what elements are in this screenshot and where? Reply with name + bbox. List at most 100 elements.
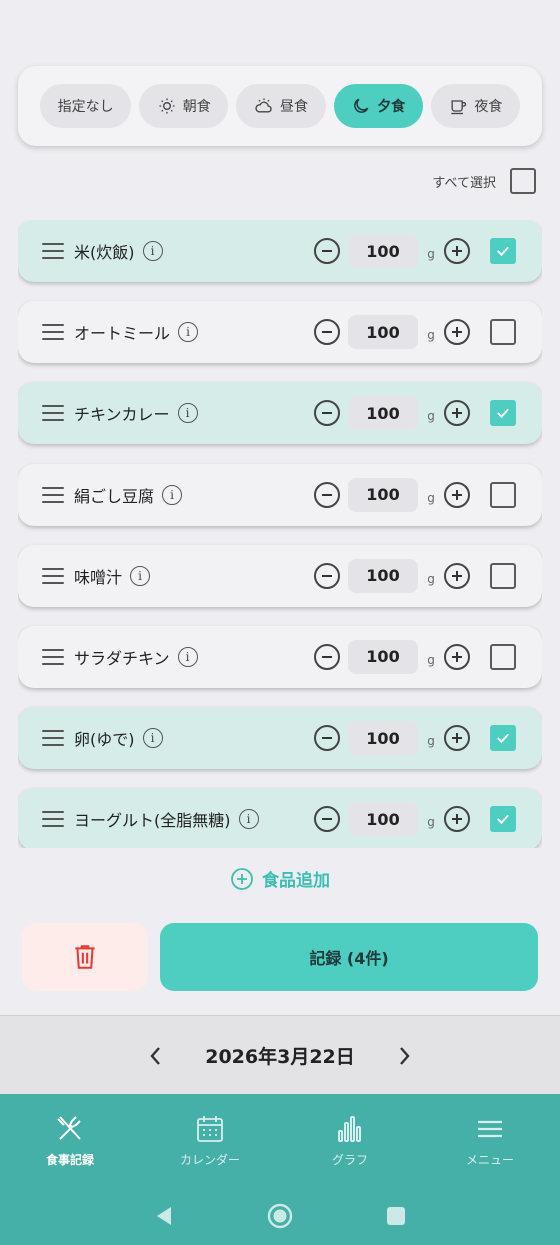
chevron-right-icon[interactable] (395, 1045, 413, 1067)
select-all-checkbox[interactable] (510, 168, 536, 194)
date-navigation: 2026年3月22日 (0, 1015, 560, 1095)
decrease-button[interactable] (314, 562, 340, 589)
tab-meal-record[interactable]: 食事記録 (0, 1094, 140, 1186)
increase-button[interactable] (444, 806, 470, 833)
decrease-button[interactable] (314, 238, 340, 264)
food-checkbox[interactable] (490, 400, 516, 427)
info-icon[interactable]: i (142, 241, 163, 261)
drag-handle-icon[interactable] (42, 405, 64, 422)
decrease-button[interactable] (314, 643, 340, 670)
food-name: サラダチキン (74, 648, 170, 668)
food-row[interactable]: 味噌汁 i 100 g (18, 544, 542, 607)
food-row[interactable]: サラダチキン i 100 g (18, 625, 542, 688)
drag-handle-icon[interactable] (42, 730, 64, 747)
info-icon[interactable]: i (142, 728, 163, 749)
tab-label: カレンダー (179, 1152, 240, 1167)
record-button[interactable]: 記録 (4件) (160, 923, 538, 991)
tab-graph[interactable]: グラフ (280, 1094, 420, 1186)
add-food-label: 食品追加 (262, 871, 330, 891)
quantity-input[interactable]: 100 (348, 639, 418, 674)
drag-handle-icon[interactable] (42, 567, 64, 584)
unit-label: g (427, 328, 435, 343)
info-icon[interactable]: i (162, 484, 183, 505)
cup-icon (451, 100, 467, 115)
meal-tab-breakfast[interactable]: 朝食 (139, 84, 229, 128)
info-icon[interactable]: i (177, 403, 198, 424)
tab-menu[interactable]: メニュー (420, 1094, 560, 1186)
decrease-button[interactable] (314, 400, 340, 427)
info-icon[interactable]: i (130, 565, 151, 586)
food-row[interactable]: 絹ごし豆腐 i 100 g (18, 463, 542, 526)
record-label: 記録 (4件) (309, 949, 389, 968)
quantity-input[interactable]: 100 (348, 315, 418, 350)
back-icon[interactable] (151, 1203, 177, 1229)
quantity-input[interactable]: 100 (348, 802, 418, 837)
increase-button[interactable] (444, 238, 470, 264)
food-name: ヨーグルト(全脂無糖) (74, 811, 231, 831)
meal-tab-dinner[interactable]: 夕食 (333, 84, 423, 128)
food-row[interactable]: 卵(ゆで) i 100 g (18, 707, 542, 770)
plus-icon (452, 327, 462, 338)
food-row[interactable]: 米(炊飯) i 100 g (18, 220, 542, 282)
tab-calendar[interactable]: カレンダー (140, 1094, 280, 1186)
drag-handle-icon[interactable] (42, 243, 64, 259)
quantity-controls: 100 g (314, 626, 516, 688)
add-food-button[interactable]: 食品追加 (0, 866, 560, 891)
drag-handle-icon[interactable] (42, 811, 64, 828)
recents-icon[interactable] (383, 1203, 409, 1229)
meal-type-selector: 指定なし 朝食 昼食 夕食 夜食 (18, 66, 542, 146)
decrease-button[interactable] (314, 319, 340, 346)
increase-button[interactable] (444, 400, 470, 427)
decrease-button[interactable] (314, 725, 340, 752)
bar-chart-icon (338, 1115, 361, 1142)
food-list: 米(炊飯) i 100 g オートミール i 100 g チキンカレー i 100 g 絹ごし豆腐 i 10… (18, 220, 542, 848)
quantity-input[interactable]: 100 (348, 721, 418, 756)
increase-button[interactable] (444, 643, 470, 670)
food-checkbox[interactable] (490, 643, 516, 670)
drag-handle-icon[interactable] (42, 324, 64, 341)
food-row[interactable]: オートミール i 100 g (18, 301, 542, 364)
plus-icon (452, 246, 462, 256)
menu-icon (478, 1120, 502, 1137)
bottom-tab-bar: 食事記録 カレンダー グラフ メニュー (0, 1094, 560, 1186)
food-checkbox[interactable] (490, 562, 516, 589)
increase-button[interactable] (444, 725, 470, 752)
check-icon (497, 733, 509, 744)
food-checkbox[interactable] (490, 481, 516, 508)
current-date[interactable]: 2026年3月22日 (205, 1042, 355, 1069)
home-icon[interactable] (267, 1203, 293, 1229)
drag-handle-icon[interactable] (42, 486, 64, 503)
info-icon[interactable]: i (178, 322, 199, 343)
drag-handle-icon[interactable] (42, 648, 64, 665)
quantity-input[interactable]: 100 (348, 477, 418, 512)
info-icon[interactable]: i (177, 646, 198, 667)
quantity-controls: 100 g (314, 788, 516, 848)
info-icon[interactable]: i (238, 809, 259, 830)
increase-button[interactable] (444, 481, 470, 508)
quantity-input[interactable]: 100 (348, 396, 418, 431)
check-icon (497, 246, 509, 257)
food-row[interactable]: チキンカレー i 100 g (18, 382, 542, 445)
food-checkbox[interactable] (490, 806, 516, 833)
quantity-input[interactable]: 100 (348, 234, 418, 268)
meal-tab-label: 指定なし (57, 99, 114, 115)
meal-tab-none[interactable]: 指定なし (40, 84, 132, 128)
meal-tab-lunch[interactable]: 昼食 (236, 84, 326, 128)
unit-label: g (427, 815, 435, 830)
chevron-left-icon[interactable] (147, 1045, 165, 1067)
minus-icon (322, 493, 332, 496)
delete-button[interactable] (22, 923, 148, 991)
increase-button[interactable] (444, 319, 470, 346)
meal-tab-label: 朝食 (182, 99, 211, 115)
food-checkbox[interactable] (490, 725, 516, 752)
quantity-input[interactable]: 100 (348, 558, 418, 593)
increase-button[interactable] (444, 562, 470, 589)
food-row[interactable]: ヨーグルト(全脂無糖) i 100 g (18, 788, 542, 848)
minus-icon (322, 574, 332, 577)
decrease-button[interactable] (314, 481, 340, 508)
food-checkbox[interactable] (490, 238, 516, 264)
tab-label: グラフ (331, 1152, 368, 1167)
food-checkbox[interactable] (490, 319, 516, 346)
decrease-button[interactable] (314, 806, 340, 833)
meal-tab-late-night[interactable]: 夜食 (430, 84, 520, 128)
